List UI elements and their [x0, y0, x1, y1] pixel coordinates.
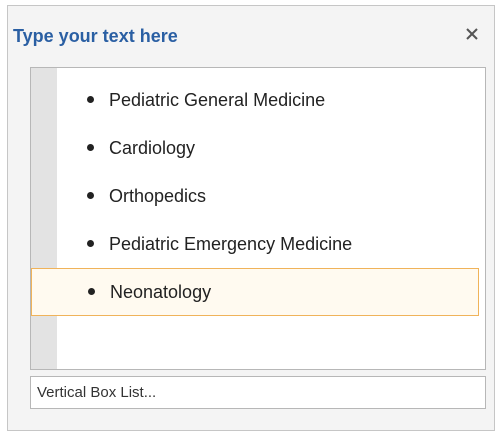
- list-item[interactable]: Pediatric Emergency Medicine: [31, 220, 485, 268]
- list-item[interactable]: Pediatric General Medicine: [31, 76, 485, 124]
- bullet-icon: [87, 144, 94, 151]
- pane-header: Type your text here: [8, 6, 494, 64]
- list-item[interactable]: Orthopedics: [31, 172, 485, 220]
- text-editor[interactable]: Pediatric General Medicine Cardiology Or…: [30, 67, 486, 370]
- list-item[interactable]: Cardiology: [31, 124, 485, 172]
- layout-name-link[interactable]: Vertical Box List...: [30, 376, 486, 409]
- list-item-label: Neonatology: [110, 281, 212, 302]
- list-item-selected[interactable]: Neonatology: [31, 268, 479, 316]
- text-pane: Type your text here Pediatric General Me…: [7, 5, 495, 431]
- list-item-label: Pediatric Emergency Medicine: [109, 233, 353, 254]
- list-item-label: Cardiology: [109, 137, 196, 158]
- list-item-label: Orthopedics: [109, 185, 207, 206]
- bullet-icon: [87, 96, 94, 103]
- bullet-icon: [87, 192, 94, 199]
- close-icon: [466, 28, 478, 40]
- list-item-label: Pediatric General Medicine: [109, 89, 326, 110]
- close-button[interactable]: [460, 22, 484, 46]
- bullet-list: Pediatric General Medicine Cardiology Or…: [31, 76, 485, 316]
- bullet-icon: [87, 240, 94, 247]
- bullet-icon: [88, 288, 95, 295]
- pane-title: Type your text here: [13, 26, 178, 46]
